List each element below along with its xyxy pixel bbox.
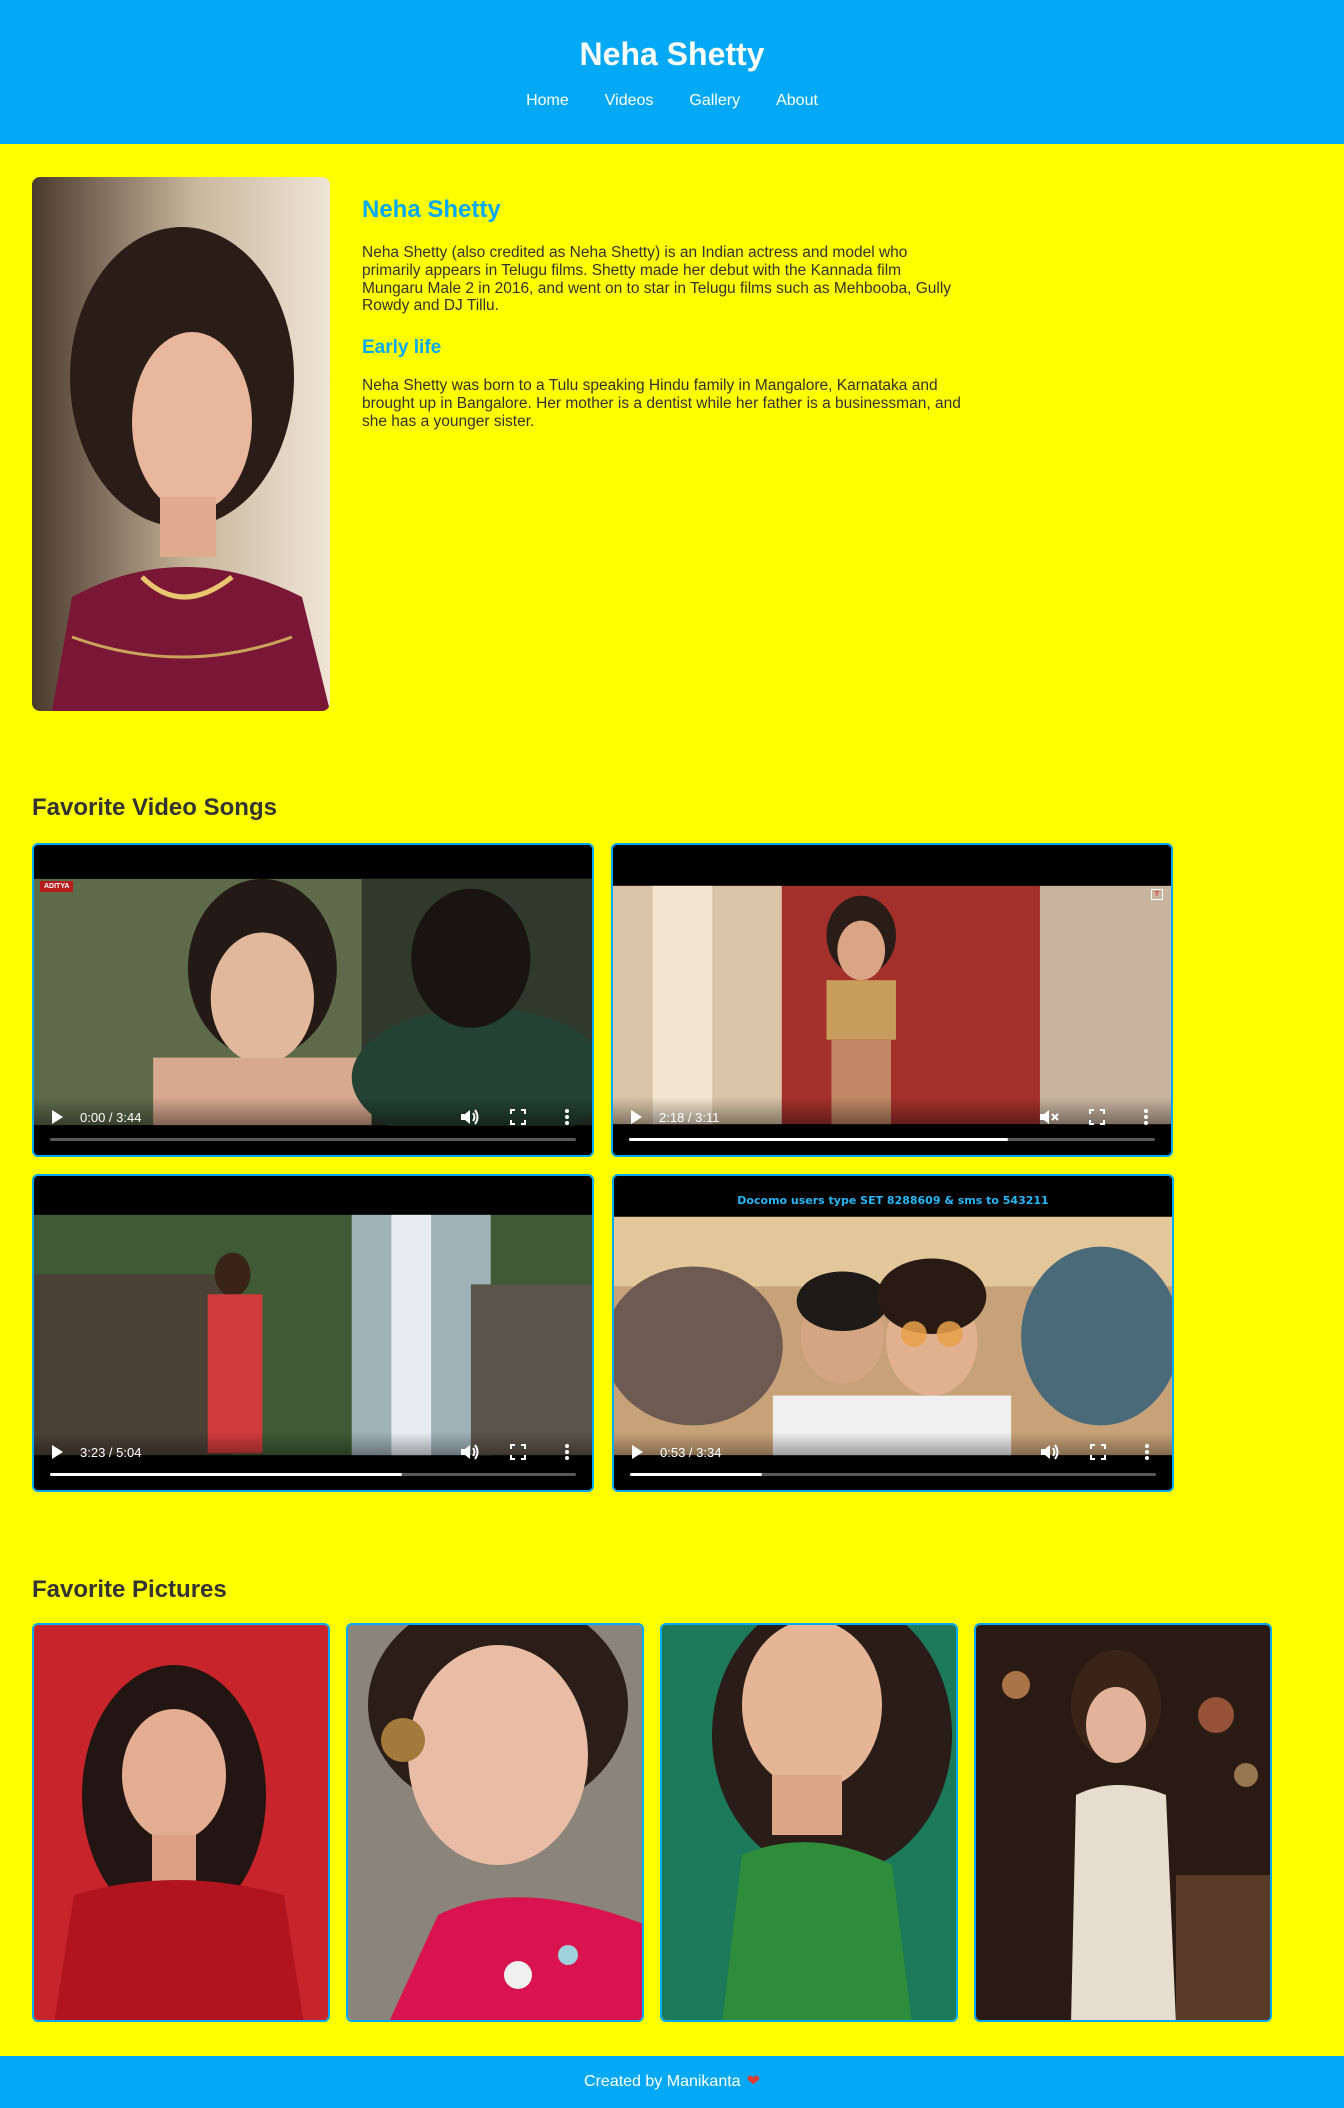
channel-logo: ADITYA [40,881,74,892]
bio-name-heading: Neha Shetty [362,196,501,223]
play-icon[interactable] [629,1109,643,1125]
channel-logo: T [1150,889,1163,900]
volume-icon[interactable] [460,1444,480,1460]
footer-credit-text: Created by Manikanta [584,2073,741,2090]
video-controls: 0:53 / 3:34 [614,1432,1172,1490]
volume-icon[interactable] [1040,1444,1060,1460]
video-time: 0:53 / 3:34 [660,1445,722,1460]
more-options-icon[interactable] [1144,1444,1150,1460]
volume-icon[interactable] [460,1109,480,1125]
profile-photo [32,177,330,711]
nav-gallery-link[interactable]: Gallery [689,92,740,110]
video-controls: 2:18 / 3:11 [613,1097,1171,1155]
fullscreen-icon[interactable] [1090,1444,1106,1460]
more-options-icon[interactable] [564,1109,570,1125]
gallery-picture-2[interactable] [346,1623,644,2022]
nav-about-link[interactable]: About [776,92,818,110]
gallery-picture-3[interactable] [660,1623,958,2022]
early-life-text: Neha Shetty was born to a Tulu speaking … [362,377,961,430]
heart-icon: ❤ [746,2073,760,2090]
muted-volume-icon[interactable] [1039,1109,1059,1125]
more-options-icon[interactable] [564,1444,570,1460]
pictures-heading: Favorite Pictures [32,1576,227,1603]
video-player-1[interactable]: ADITYA 0:00 / 3:44 [32,843,594,1157]
main-nav: Home Videos Gallery About [0,92,1344,110]
gallery-picture-1[interactable] [32,1623,330,2022]
nav-home-link[interactable]: Home [526,92,569,110]
bio-section: Neha Shetty Neha Shetty (also credited a… [362,196,962,431]
fullscreen-icon[interactable] [510,1444,526,1460]
video-controls: 3:23 / 5:04 [34,1432,592,1490]
video-time: 3:23 / 5:04 [80,1445,142,1460]
play-icon[interactable] [630,1444,644,1460]
video-time: 0:00 / 3:44 [80,1110,142,1125]
video-progress-bar[interactable] [50,1473,576,1476]
site-header: Neha Shetty Home Videos Gallery About [0,0,1344,144]
more-options-icon[interactable] [1143,1109,1149,1125]
video-player-3[interactable]: 3:23 / 5:04 [32,1174,594,1492]
videos-heading: Favorite Video Songs [32,794,277,821]
site-footer: Created by Manikanta ❤ [0,2056,1344,2108]
gallery-picture-4[interactable] [974,1623,1272,2022]
video-player-4[interactable]: Docomo users type SET 8288609 & sms to 5… [612,1174,1174,1492]
fullscreen-icon[interactable] [1089,1109,1105,1125]
play-icon[interactable] [50,1444,64,1460]
progress-fill [50,1473,403,1476]
video-overlay-text: Docomo users type SET 8288609 & sms to 5… [737,1194,1049,1207]
video-time: 2:18 / 3:11 [659,1110,720,1125]
video-progress-bar[interactable] [50,1138,576,1141]
progress-fill [630,1473,762,1476]
early-life-heading: Early life [362,337,442,359]
site-title: Neha Shetty [579,36,765,72]
video-controls: 0:00 / 3:44 [34,1097,592,1155]
progress-fill [629,1138,1008,1141]
bio-intro-text: Neha Shetty (also credited as Neha Shett… [362,244,952,315]
nav-videos-link[interactable]: Videos [605,92,654,110]
play-icon[interactable] [50,1109,64,1125]
video-player-2[interactable]: T 2:18 / 3:11 [611,843,1173,1157]
video-progress-bar[interactable] [630,1473,1156,1476]
fullscreen-icon[interactable] [510,1109,526,1125]
video-progress-bar[interactable] [629,1138,1155,1141]
